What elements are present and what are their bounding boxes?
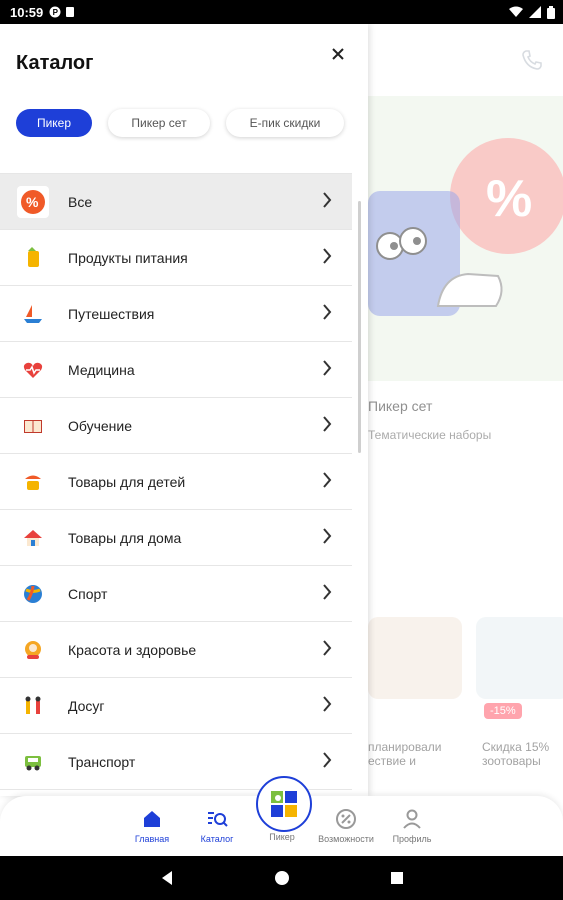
house-icon <box>16 521 50 555</box>
chevron-right-icon <box>323 584 332 600</box>
category-item-food[interactable]: Продукты питания <box>0 230 352 286</box>
category-label: Товары для детей <box>68 473 186 490</box>
ball-icon <box>16 577 50 611</box>
beauty-icon <box>16 633 50 667</box>
recents-icon[interactable] <box>390 871 404 885</box>
back-icon[interactable] <box>160 870 174 886</box>
catalog-tabs: Пикер Пикер сет E-пик скидки <box>16 109 344 137</box>
notification-clipboard-icon <box>66 7 75 17</box>
tab-picker[interactable]: Пикер <box>16 109 92 137</box>
percent-icon: % <box>16 185 50 219</box>
category-item-home[interactable]: Товары для дома <box>0 510 352 566</box>
category-label: Досуг <box>68 697 105 714</box>
nav-catalog[interactable]: Каталог <box>187 808 247 844</box>
category-label: Все <box>68 193 93 210</box>
nav-home[interactable]: Главная <box>122 808 182 844</box>
boat-icon <box>16 297 50 331</box>
nav-label: Главная <box>134 834 170 844</box>
tab-e-pick-discounts[interactable]: E-пик скидки <box>226 109 344 137</box>
chevron-right-icon <box>323 696 332 712</box>
category-list: % Все Продукты питания Путешествия Медиц… <box>0 173 352 790</box>
scrollbar[interactable] <box>358 201 361 453</box>
chevron-right-icon <box>323 248 332 264</box>
chevron-right-icon <box>323 640 332 656</box>
category-label: Красота и здоровье <box>68 641 197 658</box>
drawer-title: Каталог <box>16 52 94 74</box>
leisure-icon <box>16 689 50 723</box>
chevron-right-icon <box>323 416 332 432</box>
home-icon <box>144 811 160 827</box>
chevron-right-icon <box>323 472 332 488</box>
category-label: Транспорт <box>68 753 136 770</box>
catalog-search-icon <box>208 812 228 827</box>
notification-p-icon: P <box>49 6 61 18</box>
bottom-navigation: Главная Каталог Пикер Возможности Профил… <box>0 776 563 856</box>
svg-text:%: % <box>26 194 39 210</box>
nav-label: Профиль <box>392 834 432 844</box>
category-item-all[interactable]: % Все <box>0 174 352 230</box>
picker-button[interactable] <box>256 776 312 832</box>
battery-icon <box>547 5 555 19</box>
chevron-right-icon <box>323 528 332 544</box>
category-item-beauty[interactable]: Красота и здоровье <box>0 622 352 678</box>
category-item-sport[interactable]: Спорт <box>0 566 352 622</box>
system-navigation-bar <box>0 856 563 900</box>
svg-text:P: P <box>53 8 59 17</box>
status-bar: 10:59 P <box>0 0 563 24</box>
picker-icon <box>271 791 297 817</box>
category-label: Продукты питания <box>68 249 188 266</box>
food-icon <box>16 241 50 275</box>
nav-label: Возможности <box>318 834 374 844</box>
catalog-drawer: Каталог Пикер Пикер сет E-пик скидки % В… <box>0 24 368 796</box>
nav-picker-label-wrap[interactable]: Пикер <box>252 832 312 842</box>
home-circle-icon[interactable] <box>274 870 290 886</box>
signal-icon <box>529 6 541 18</box>
category-item-medicine[interactable]: Медицина <box>0 342 352 398</box>
category-label: Путешествия <box>68 305 155 322</box>
heart-pulse-icon <box>16 353 50 387</box>
chevron-right-icon <box>323 304 332 320</box>
nav-label: Каталог <box>200 834 234 844</box>
nav-features[interactable]: Возможности <box>316 808 376 844</box>
category-item-leisure[interactable]: Досуг <box>0 678 352 734</box>
close-button[interactable] <box>326 42 350 66</box>
category-item-travel[interactable]: Путешествия <box>0 286 352 342</box>
percent-badge-icon <box>336 809 356 829</box>
category-label: Медицина <box>68 361 135 378</box>
book-icon <box>16 409 50 443</box>
category-label: Товары для дома <box>68 529 182 546</box>
tab-picker-set[interactable]: Пикер сет <box>108 109 210 137</box>
status-time: 10:59 <box>10 4 44 20</box>
car-icon <box>16 745 50 779</box>
wifi-icon <box>509 6 523 17</box>
nav-label: Пикер <box>269 832 295 842</box>
category-item-education[interactable]: Обучение <box>0 398 352 454</box>
chevron-right-icon <box>323 360 332 376</box>
profile-icon <box>403 809 421 829</box>
nav-profile[interactable]: Профиль <box>382 808 442 844</box>
chevron-right-icon <box>323 192 332 208</box>
chevron-right-icon <box>323 752 332 768</box>
category-label: Обучение <box>68 417 133 434</box>
category-label: Спорт <box>68 585 108 602</box>
category-item-kids[interactable]: Товары для детей <box>0 454 352 510</box>
close-icon <box>332 48 344 60</box>
kids-icon <box>16 465 50 499</box>
